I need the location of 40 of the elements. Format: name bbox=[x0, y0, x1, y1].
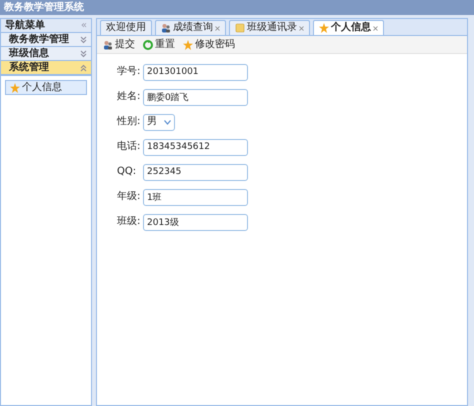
tab[interactable]: 成绩查询 bbox=[155, 20, 226, 35]
field-label: QQ: bbox=[117, 167, 138, 177]
toolbar-button[interactable]: 重置 bbox=[141, 37, 177, 52]
people-icon bbox=[161, 23, 171, 33]
input-field[interactable]: 2013级 bbox=[143, 214, 248, 230]
tab[interactable]: 欢迎使用 bbox=[100, 20, 152, 35]
tab[interactable]: 班级通讯录 bbox=[229, 20, 310, 35]
people-icon bbox=[103, 40, 113, 50]
sidebar-group[interactable]: 教务教学管理 bbox=[1, 33, 91, 47]
expand-icon bbox=[80, 48, 87, 58]
input-field[interactable]: 201301001 bbox=[143, 64, 248, 80]
close-icon[interactable] bbox=[299, 26, 304, 30]
toolbar-button[interactable]: 修改密码 bbox=[181, 37, 237, 52]
window-title: 教务教学管理系统 bbox=[4, 2, 84, 12]
field-label: 年级: bbox=[117, 192, 142, 202]
close-icon[interactable] bbox=[373, 26, 378, 30]
tab[interactable]: 个人信息 bbox=[313, 20, 384, 35]
nav-item[interactable]: 个人信息 bbox=[5, 80, 87, 95]
expand-icon bbox=[80, 34, 87, 44]
chevron-down-icon bbox=[164, 120, 171, 124]
field-label: 学号: bbox=[117, 67, 142, 77]
input-field[interactable]: 鹏委0踏飞 bbox=[143, 88, 248, 106]
sidebar-group[interactable]: 系统管理 bbox=[1, 61, 91, 75]
field-label: 班级: bbox=[117, 217, 142, 227]
field-label: 电话: bbox=[117, 142, 142, 152]
gender-dropdown[interactable]: 男 bbox=[143, 114, 175, 130]
star-icon bbox=[10, 82, 20, 92]
collapse-icon bbox=[80, 62, 87, 72]
input-field[interactable]: 252345 bbox=[143, 164, 248, 180]
book-icon bbox=[235, 23, 245, 33]
star-icon bbox=[183, 40, 193, 50]
input-field[interactable]: 18345345612 bbox=[143, 138, 248, 156]
sidebar-title: 导航菜单 bbox=[5, 20, 45, 30]
input-field[interactable]: 1班 bbox=[143, 188, 248, 206]
star-icon bbox=[319, 23, 329, 33]
sidebar-group[interactable]: 班级信息 bbox=[1, 47, 91, 61]
field-label: 姓名: bbox=[117, 92, 142, 102]
field-label: 性别: bbox=[117, 117, 142, 127]
close-icon[interactable] bbox=[215, 26, 220, 30]
toolbar-button[interactable]: 提交 bbox=[101, 37, 137, 52]
